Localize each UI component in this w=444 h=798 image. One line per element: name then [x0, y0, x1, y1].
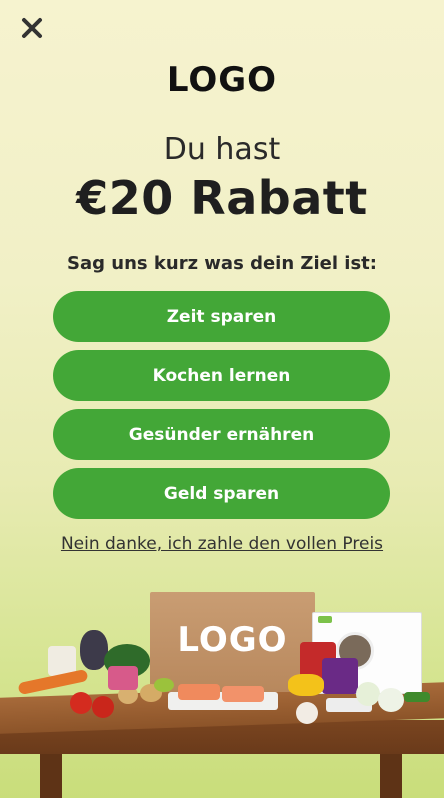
salmon-fillet — [222, 686, 264, 702]
decline-link[interactable]: Nein danke, ich zahle den vollen Preis — [0, 534, 444, 554]
goal-button-label: Geld sparen — [163, 483, 280, 504]
goal-question: Sag uns kurz was dein Ziel ist: — [67, 253, 377, 274]
yellow-pepper — [288, 674, 324, 696]
purple-pack — [322, 658, 358, 694]
box-logo: LOGO — [177, 620, 288, 660]
tomato — [92, 696, 114, 718]
headline-intro: Du hast — [163, 132, 281, 167]
herbs — [404, 692, 430, 702]
salmon-fillet — [178, 684, 220, 700]
garlic — [296, 702, 318, 724]
brand-logo: LOGO — [166, 60, 278, 100]
close-button[interactable] — [16, 14, 48, 46]
goal-button-learn-cooking[interactable]: Kochen lernen — [53, 350, 390, 401]
goal-button-label: Zeit sparen — [166, 306, 277, 327]
fennel — [356, 682, 380, 706]
goal-button-eat-healthier[interactable]: Gesünder ernähren — [53, 409, 390, 460]
hero-food-scene: LOGO — [0, 580, 444, 798]
goal-button-save-money[interactable]: Geld sparen — [53, 468, 390, 519]
spice-pack — [108, 666, 138, 690]
recipe-card-tag — [318, 616, 332, 623]
goal-button-label: Kochen lernen — [152, 365, 291, 386]
table-leg — [380, 752, 402, 798]
fennel — [378, 688, 404, 712]
lime — [154, 678, 174, 692]
tomato — [70, 692, 92, 714]
table-leg — [40, 752, 62, 798]
close-icon — [21, 17, 43, 43]
goal-button-label: Gesünder ernähren — [128, 424, 315, 445]
discount-headline: €20 Rabatt — [76, 171, 368, 225]
goal-button-save-time[interactable]: Zeit sparen — [53, 291, 390, 342]
